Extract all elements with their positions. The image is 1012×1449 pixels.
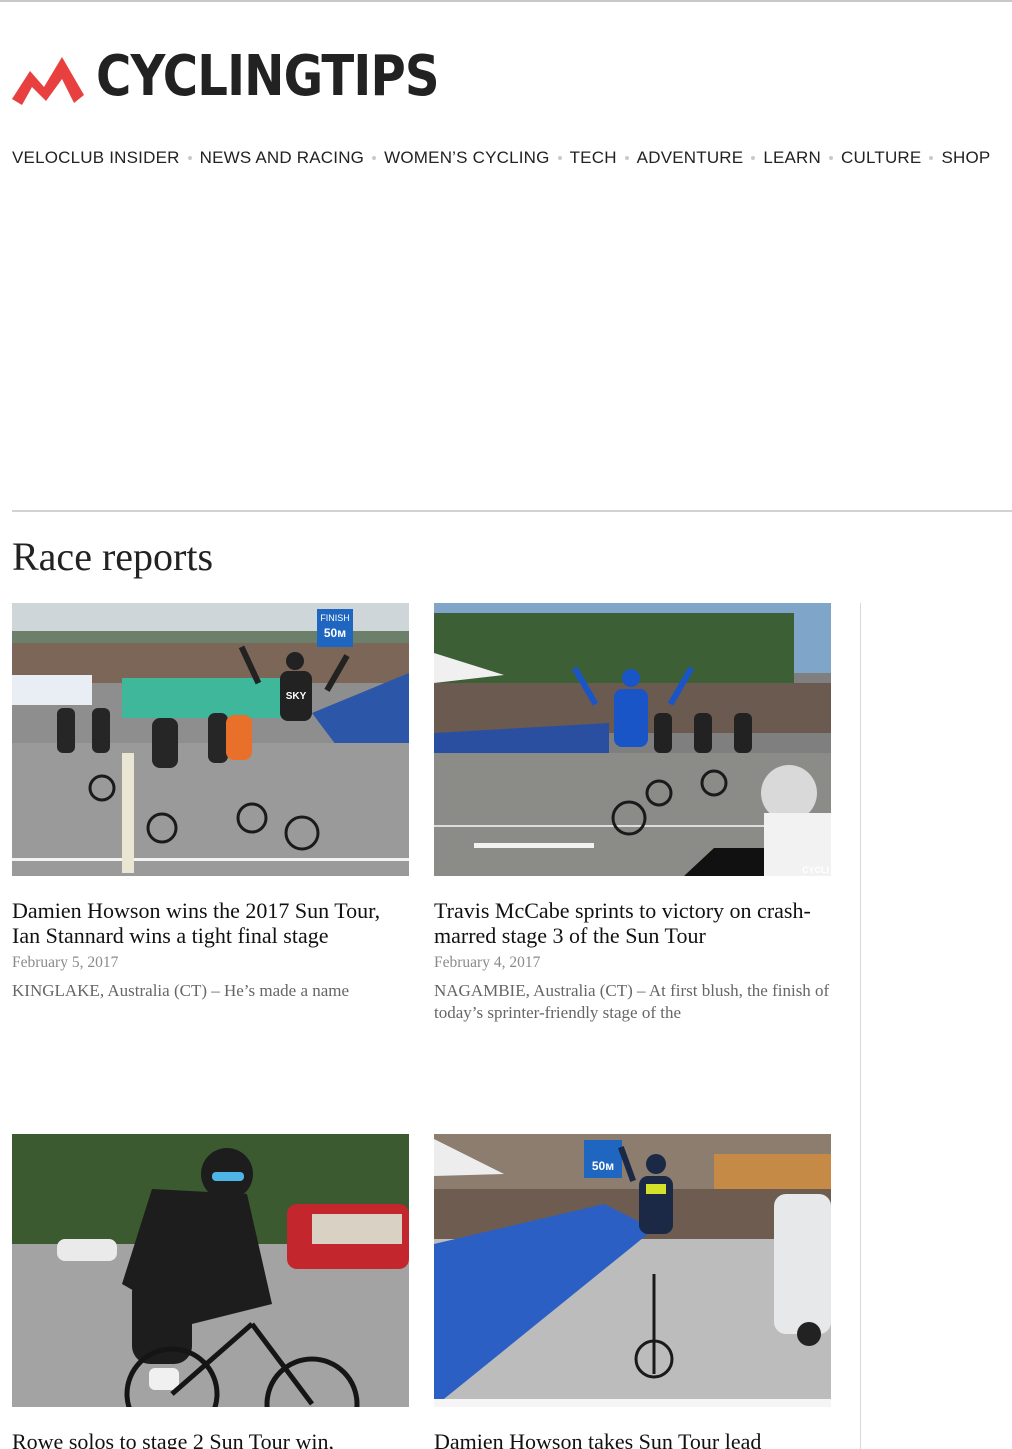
logo-mountain-icon (12, 57, 84, 105)
article-excerpt: NAGAMBIE, Australia (CT) – At first blus… (434, 981, 830, 1022)
article-headline[interactable]: Rowe solos to stage 2 Sun Tour win, (12, 1429, 409, 1449)
article-thumbnail[interactable]: FINISH 50м SKY (12, 603, 409, 876)
stage-winner-celebration-photo: CYCLI (434, 603, 831, 876)
section-title: Race reports (12, 534, 214, 579)
nav-item-shop[interactable]: SHOP (941, 148, 990, 168)
solo-rider-photo (12, 1134, 409, 1407)
nav-separator (557, 156, 562, 160)
article-card: Rowe solos to stage 2 Sun Tour win, (12, 1134, 409, 1449)
race-leader-finish-photo: 50м (434, 1134, 831, 1407)
article-card: 50м Damien Howson takes Sun Tour lead (434, 1134, 831, 1449)
site-logo[interactable]: CYCLINGTIPS (12, 44, 495, 110)
section-divider (12, 510, 1012, 512)
nav-item-culture[interactable]: CULTURE (841, 148, 921, 168)
nav-item-womens-cycling[interactable]: WOMEN’S CYCLING (384, 148, 549, 168)
logo-wordmark: CYCLINGTIPS (96, 44, 440, 109)
nav-item-tech[interactable]: TECH (570, 148, 617, 168)
article-headline[interactable]: Damien Howson takes Sun Tour lead (434, 1429, 831, 1449)
article-date: February 4, 2017 (434, 954, 541, 971)
nav-item-veloclub-insider[interactable]: VELOCLUB INSIDER (12, 148, 180, 168)
article-thumbnail[interactable] (12, 1134, 409, 1407)
article-headline[interactable]: Damien Howson wins the 2017 Sun Tour, Ia… (12, 898, 409, 948)
nav-separator (929, 156, 934, 160)
distance-sign-text: 50м (592, 1159, 614, 1173)
nav-separator (187, 156, 192, 160)
article-date: February 5, 2017 (12, 954, 119, 971)
nav-separator (624, 156, 629, 160)
jersey-text: SKY (286, 691, 307, 702)
article-excerpt: KINGLAKE, Australia (CT) – He’s made a n… (12, 981, 350, 1000)
top-border (0, 0, 1012, 2)
article-card: CYCLI Travis McCabe sprints to victory o… (434, 603, 831, 1024)
nav-separator (751, 156, 756, 160)
photo-watermark: CYCLI (802, 865, 829, 875)
nav-separator (372, 156, 377, 160)
article-thumbnail[interactable]: CYCLI (434, 603, 831, 876)
finish-line-sprint-photo: FINISH 50м SKY (12, 603, 409, 876)
nav-item-learn[interactable]: LEARN (763, 148, 821, 168)
article-headline[interactable]: Travis McCabe sprints to victory on cras… (434, 898, 831, 948)
column-divider (860, 603, 861, 1449)
finish-sign-text: FINISH (320, 613, 350, 623)
nav-item-news-and-racing[interactable]: NEWS AND RACING (200, 148, 365, 168)
main-nav: VELOCLUB INSIDER NEWS AND RACING WOMEN’S… (12, 148, 990, 168)
article-thumbnail[interactable]: 50м (434, 1134, 831, 1407)
article-card: FINISH 50м SKY Damien Howson wins the 20… (12, 603, 409, 1002)
nav-item-adventure[interactable]: ADVENTURE (637, 148, 744, 168)
distance-sign-text: 50м (324, 626, 346, 640)
nav-separator (829, 156, 834, 160)
